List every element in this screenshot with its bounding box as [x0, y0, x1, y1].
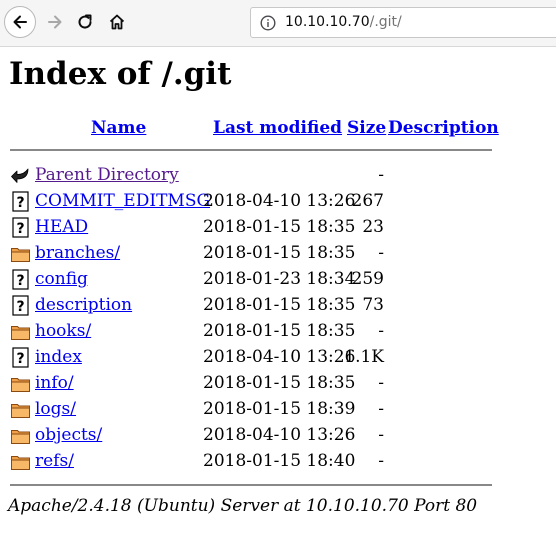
- file-row: info/2018-01-15 18:35 -: [0, 372, 556, 398]
- file-size: -: [378, 399, 384, 419]
- file-size: -: [378, 243, 384, 263]
- file-size: 267: [351, 191, 384, 211]
- url-host: 10.10.10.70: [285, 14, 370, 30]
- parent-size: -: [378, 165, 384, 185]
- home-button[interactable]: [102, 7, 132, 37]
- back-arrow-icon: [13, 15, 27, 29]
- browser-toolbar: 10.10.10.70/.git/: [0, 0, 556, 47]
- svg-text:?: ?: [16, 195, 24, 211]
- file-link[interactable]: hooks/: [35, 320, 91, 342]
- url-path: /.git/: [369, 14, 402, 30]
- reload-button[interactable]: [70, 7, 100, 37]
- file-date: 2018-01-15 18:39: [203, 399, 356, 419]
- file-link[interactable]: branches/: [35, 242, 120, 264]
- file-row: hooks/2018-01-15 18:35 -: [0, 320, 556, 346]
- folder-icon: [11, 456, 30, 470]
- file-date: 2018-04-10 13:26: [203, 347, 356, 367]
- file-link[interactable]: index: [35, 346, 82, 368]
- file-row: ? COMMIT_EDITMSG 2018-04-10 13:26 267: [0, 190, 556, 216]
- file-size: 259: [351, 269, 384, 289]
- unknown-file-icon: ?: [12, 191, 29, 212]
- file-row: ? description 2018-01-15 18:35 73: [0, 294, 556, 320]
- server-signature: Apache/2.4.18 (Ubuntu) Server at 10.10.1…: [8, 496, 478, 516]
- unknown-file-icon: ?: [12, 269, 29, 290]
- svg-text:?: ?: [16, 351, 24, 367]
- file-row: branches/2018-01-15 18:35 -: [0, 242, 556, 268]
- svg-text:?: ?: [16, 299, 24, 315]
- folder-icon: [11, 326, 30, 340]
- parent-directory-link[interactable]: Parent Directory: [35, 164, 179, 186]
- folder-icon: [11, 378, 30, 392]
- file-date: 2018-01-23 18:34: [203, 269, 356, 289]
- address-bar[interactable]: 10.10.10.70/.git/: [250, 7, 556, 38]
- file-row: objects/2018-04-10 13:26 -: [0, 424, 556, 450]
- file-link[interactable]: logs/: [35, 398, 76, 420]
- sort-by-description-link[interactable]: Description: [388, 117, 499, 139]
- forward-button[interactable]: [40, 7, 70, 37]
- home-icon: [109, 14, 125, 30]
- parent-directory-row: Parent Directory -: [0, 164, 556, 190]
- back-button[interactable]: [4, 6, 36, 38]
- sort-by-name-link[interactable]: Name: [91, 117, 146, 139]
- file-size: -: [378, 373, 384, 393]
- sort-by-last-modified-link[interactable]: Last modified: [213, 117, 342, 139]
- unknown-file-icon: ?: [12, 347, 29, 368]
- file-date: 2018-01-15 18:35: [203, 243, 356, 263]
- sort-by-size-link[interactable]: Size: [347, 117, 386, 139]
- svg-text:?: ?: [16, 273, 24, 289]
- unknown-file-icon: ?: [12, 217, 29, 238]
- file-size: -: [378, 321, 384, 341]
- file-row: refs/2018-01-15 18:40 -: [0, 450, 556, 476]
- file-date: 2018-01-15 18:40: [203, 451, 356, 471]
- file-date: 2018-04-10 13:26: [203, 191, 356, 211]
- file-size: -: [378, 451, 384, 471]
- file-link[interactable]: HEAD: [35, 216, 88, 238]
- file-date: 2018-01-15 18:35: [203, 295, 356, 315]
- svg-text:?: ?: [16, 221, 24, 237]
- file-size: 73: [362, 295, 384, 315]
- file-link[interactable]: description: [35, 294, 132, 316]
- reload-icon: [78, 14, 92, 29]
- file-date: 2018-01-15 18:35: [203, 321, 356, 341]
- file-size: 23: [362, 217, 384, 237]
- unknown-file-icon: ?: [12, 295, 29, 316]
- file-row: ? index 2018-04-10 13:26 1.1K: [0, 346, 556, 372]
- footer-divider: [10, 484, 492, 486]
- folder-icon: [11, 248, 30, 262]
- folder-icon: [11, 404, 30, 418]
- file-date: 2018-01-15 18:35: [203, 217, 356, 237]
- file-link[interactable]: refs/: [35, 450, 74, 472]
- folder-icon: [11, 430, 30, 444]
- file-row: ? HEAD 2018-01-15 18:35 23: [0, 216, 556, 242]
- file-link[interactable]: info/: [35, 372, 74, 394]
- file-link[interactable]: COMMIT_EDITMSG: [35, 190, 210, 212]
- forward-arrow-icon: [48, 15, 62, 29]
- file-link[interactable]: config: [35, 268, 88, 290]
- file-link[interactable]: objects/: [35, 424, 102, 446]
- file-date: 2018-04-10 13:26: [203, 425, 356, 445]
- file-row: ? config 2018-01-23 18:34 259: [0, 268, 556, 294]
- header-divider: [10, 149, 492, 151]
- file-row: logs/2018-01-15 18:39 -: [0, 398, 556, 424]
- file-date: 2018-01-15 18:35: [203, 373, 356, 393]
- info-icon[interactable]: [260, 15, 276, 31]
- page-title: Index of /.git: [9, 56, 232, 92]
- back-arrow-icon: [11, 168, 29, 183]
- url-text: 10.10.10.70/.git/: [285, 14, 402, 30]
- file-size: -: [378, 425, 384, 445]
- file-size: 1.1K: [344, 347, 384, 367]
